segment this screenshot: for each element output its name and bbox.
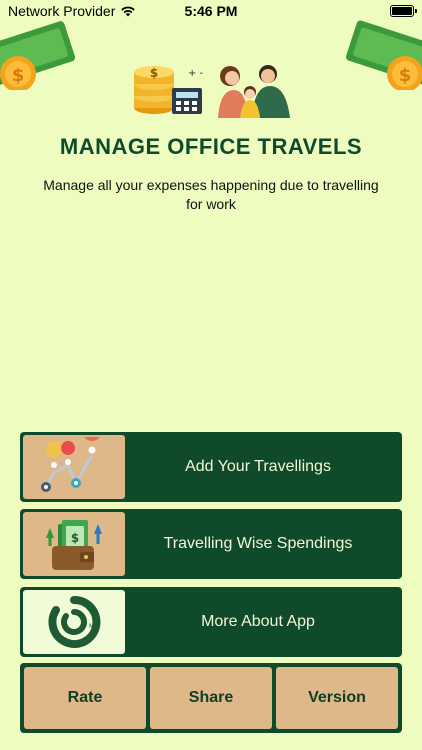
menu-label: Travelling Wise Spendings	[163, 535, 353, 552]
add-travellings-button[interactable]: Add Your Travellings	[20, 432, 402, 502]
travelling-spendings-button[interactable]: $ Travelling Wise Spendings	[20, 509, 402, 579]
bottom-action-bar: Rate Share Version	[20, 663, 402, 733]
carrier-name: Network Provider	[8, 3, 116, 19]
menu-thumb: $	[23, 512, 125, 576]
menu-label: Add Your Travellings	[185, 458, 331, 475]
svg-text:$: $	[150, 66, 158, 80]
page-title: MANAGE OFFICE TRAVELS	[59, 134, 363, 159]
wallet-money-icon: $	[46, 520, 102, 570]
status-left: Network Provider	[8, 3, 136, 19]
svg-text:+ -: + -	[188, 68, 204, 79]
rate-button[interactable]: Rate	[24, 667, 146, 729]
wifi-icon	[121, 6, 136, 17]
more-about-app-button[interactable]: MO More About App	[20, 587, 402, 657]
svg-text:$: $	[71, 531, 79, 545]
battery-icon	[390, 5, 417, 17]
menu-thumb: MO	[23, 590, 125, 654]
app-logo-icon: MO	[48, 595, 101, 648]
coins-calculator-icon: $ + -	[134, 66, 204, 114]
family-icon	[218, 65, 290, 118]
menu-thumb	[23, 435, 125, 499]
svg-text:MO: MO	[89, 623, 99, 630]
page-subtitle: Manage all your expenses happening due t…	[43, 177, 379, 212]
map-route-icon	[41, 437, 100, 492]
version-button[interactable]: Version	[276, 667, 398, 729]
share-button[interactable]: Share	[150, 667, 272, 729]
status-time: 5:46 PM	[184, 3, 238, 19]
hero-illustration: $ + -	[0, 58, 422, 120]
menu-label: More About App	[201, 613, 315, 630]
